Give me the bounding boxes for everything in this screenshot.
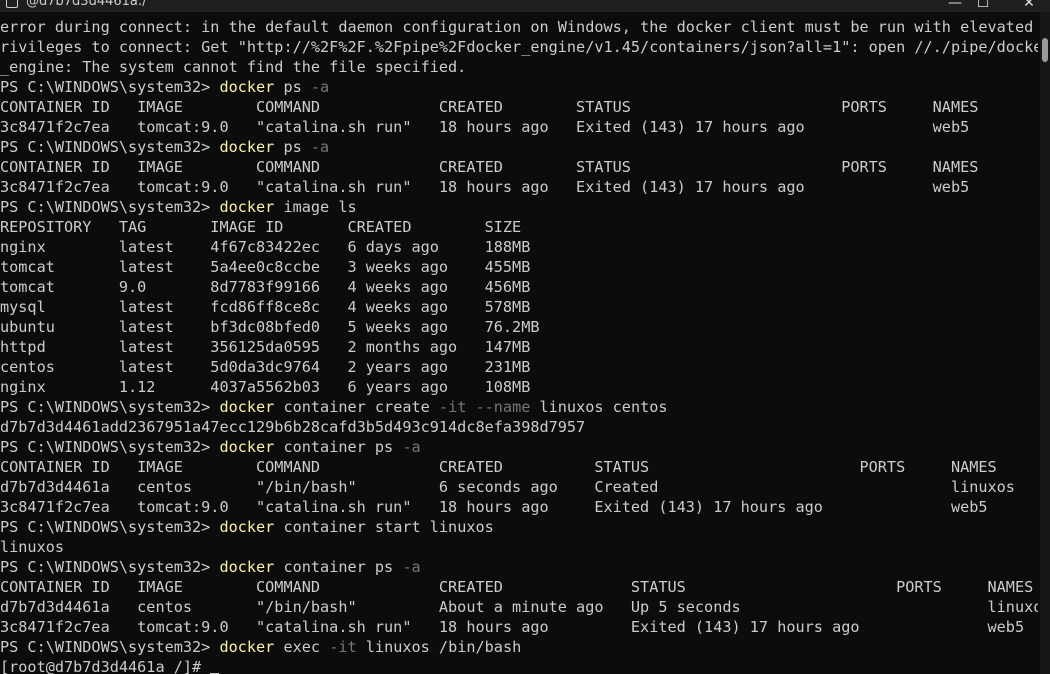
output-line: 3c8471f2c7ea tomcat:9.0 "catalina.sh run… [0,498,988,516]
command-args: container create [274,398,439,416]
output-line: rivileges to connect: Get "http://%2F%2F… [0,38,1038,56]
command-args: container start linuxos [274,518,494,536]
terminal-icon [6,0,18,8]
command-name: docker [219,638,275,656]
minimize-button[interactable]: — [940,0,970,11]
command-name: docker [219,198,275,216]
window-title: @d7b7d3d4461a:/ [26,0,147,9]
command-args: linuxos centos [530,398,668,416]
prompt-line: PS C:\WINDOWS\system32> docker exec -it … [0,637,1038,657]
output-line: httpd latest 356125da0595 2 months ago 1… [0,338,531,356]
output-line: error during connect: in the default dae… [0,18,1038,36]
terminal-output[interactable]: error during connect: in the default dae… [0,17,1038,674]
prompt-line: PS C:\WINDOWS\system32> docker container… [0,397,1038,417]
prompt-text: PS C:\WINDOWS\system32> [0,198,220,216]
output-line: CONTAINER ID IMAGE COMMAND CREATED STATU… [0,458,997,476]
output-line: d7b7d3d4461a centos "/bin/bash" About a … [0,598,1038,616]
output-line: CONTAINER ID IMAGE COMMAND CREATED STATU… [0,158,979,176]
prompt-text: PS C:\WINDOWS\system32> [0,138,220,156]
prompt-text: PS C:\WINDOWS\system32> [0,638,220,656]
root-prompt-line: [root@d7b7d3d4461a /]# [0,657,1038,674]
prompt-line: PS C:\WINDOWS\system32> docker ps -a [0,77,1038,97]
scrollbar-thumb[interactable] [1042,38,1048,62]
prompt-text: PS C:\WINDOWS\system32> [0,518,220,536]
output-line: linuxos [0,538,65,556]
prompt-text: PS C:\WINDOWS\system32> [0,438,220,456]
prompt-line: PS C:\WINDOWS\system32> docker container… [0,517,1038,537]
root-prompt: [root@d7b7d3d4461a /]# [0,658,211,674]
output-line: tomcat latest 5a4ee0c8ccbe 3 weeks ago 4… [0,258,531,276]
output-line: d7b7d3d4461add2367951a47ecc129b6b28cafd3… [0,418,586,436]
command-args: ps [274,138,311,156]
prompt-line: PS C:\WINDOWS\system32> docker ps -a [0,137,1038,157]
command-flag: -it --name [438,398,531,416]
output-line: CONTAINER ID IMAGE COMMAND CREATED STATU… [0,98,979,116]
command-flag: -a [402,558,421,576]
output-line: d7b7d3d4461a centos "/bin/bash" 6 second… [0,478,1015,496]
prompt-text: PS C:\WINDOWS\system32> [0,78,220,96]
command-name: docker [219,398,275,416]
command-args: image ls [274,198,357,216]
command-name: docker [219,438,275,456]
command-args: ps [274,78,311,96]
output-line: centos latest 5d0da3dc9764 2 years ago 2… [0,358,531,376]
prompt-text: PS C:\WINDOWS\system32> [0,558,220,576]
prompt-line: PS C:\WINDOWS\system32> docker container… [0,437,1038,457]
vertical-scrollbar[interactable] [1040,12,1050,674]
command-flag: -it [329,638,357,656]
prompt-text: PS C:\WINDOWS\system32> [0,398,220,416]
command-flag: -a [402,438,421,456]
output-line: mysql latest fcd86ff8ce8c 4 weeks ago 57… [0,298,531,316]
command-args: container ps [274,438,403,456]
prompt-line: PS C:\WINDOWS\system32> docker container… [0,557,1038,577]
command-name: docker [219,78,275,96]
command-args: container ps [274,558,403,576]
command-name: docker [219,518,275,536]
output-line: ubuntu latest bf3dc08bfed0 5 weeks ago 7… [0,318,540,336]
command-flag: -a [310,138,330,156]
output-line: 3c8471f2c7ea tomcat:9.0 "catalina.sh run… [0,618,1025,636]
output-line: 3c8471f2c7ea tomcat:9.0 "catalina.sh run… [0,178,970,196]
output-line: tomcat 9.0 8d7783f99166 4 weeks ago 456M… [0,278,531,296]
output-line: 3c8471f2c7ea tomcat:9.0 "catalina.sh run… [0,118,970,136]
prompt-line: PS C:\WINDOWS\system32> docker image ls [0,197,1038,217]
output-line: nginx latest 4f67c83422ec 6 days ago 188… [0,238,531,256]
maximize-button[interactable]: ☐ [968,0,998,11]
output-line: CONTAINER ID IMAGE COMMAND CREATED STATU… [0,578,1034,596]
command-args: exec [274,638,330,656]
close-button[interactable]: ✕ [1014,0,1044,11]
output-line: _engine: The system cannot find the file… [0,58,467,76]
output-line: nginx 1.12 4037a5562b03 6 years ago 108M… [0,378,531,396]
command-name: docker [219,558,275,576]
command-args: linuxos /bin/bash [356,638,522,656]
output-line: REPOSITORY TAG IMAGE ID CREATED SIZE [0,218,522,236]
command-name: docker [219,138,275,156]
title-bar: @d7b7d3d4461a:/ — ☐ ✕ [0,0,1050,12]
command-flag: -a [310,78,330,96]
